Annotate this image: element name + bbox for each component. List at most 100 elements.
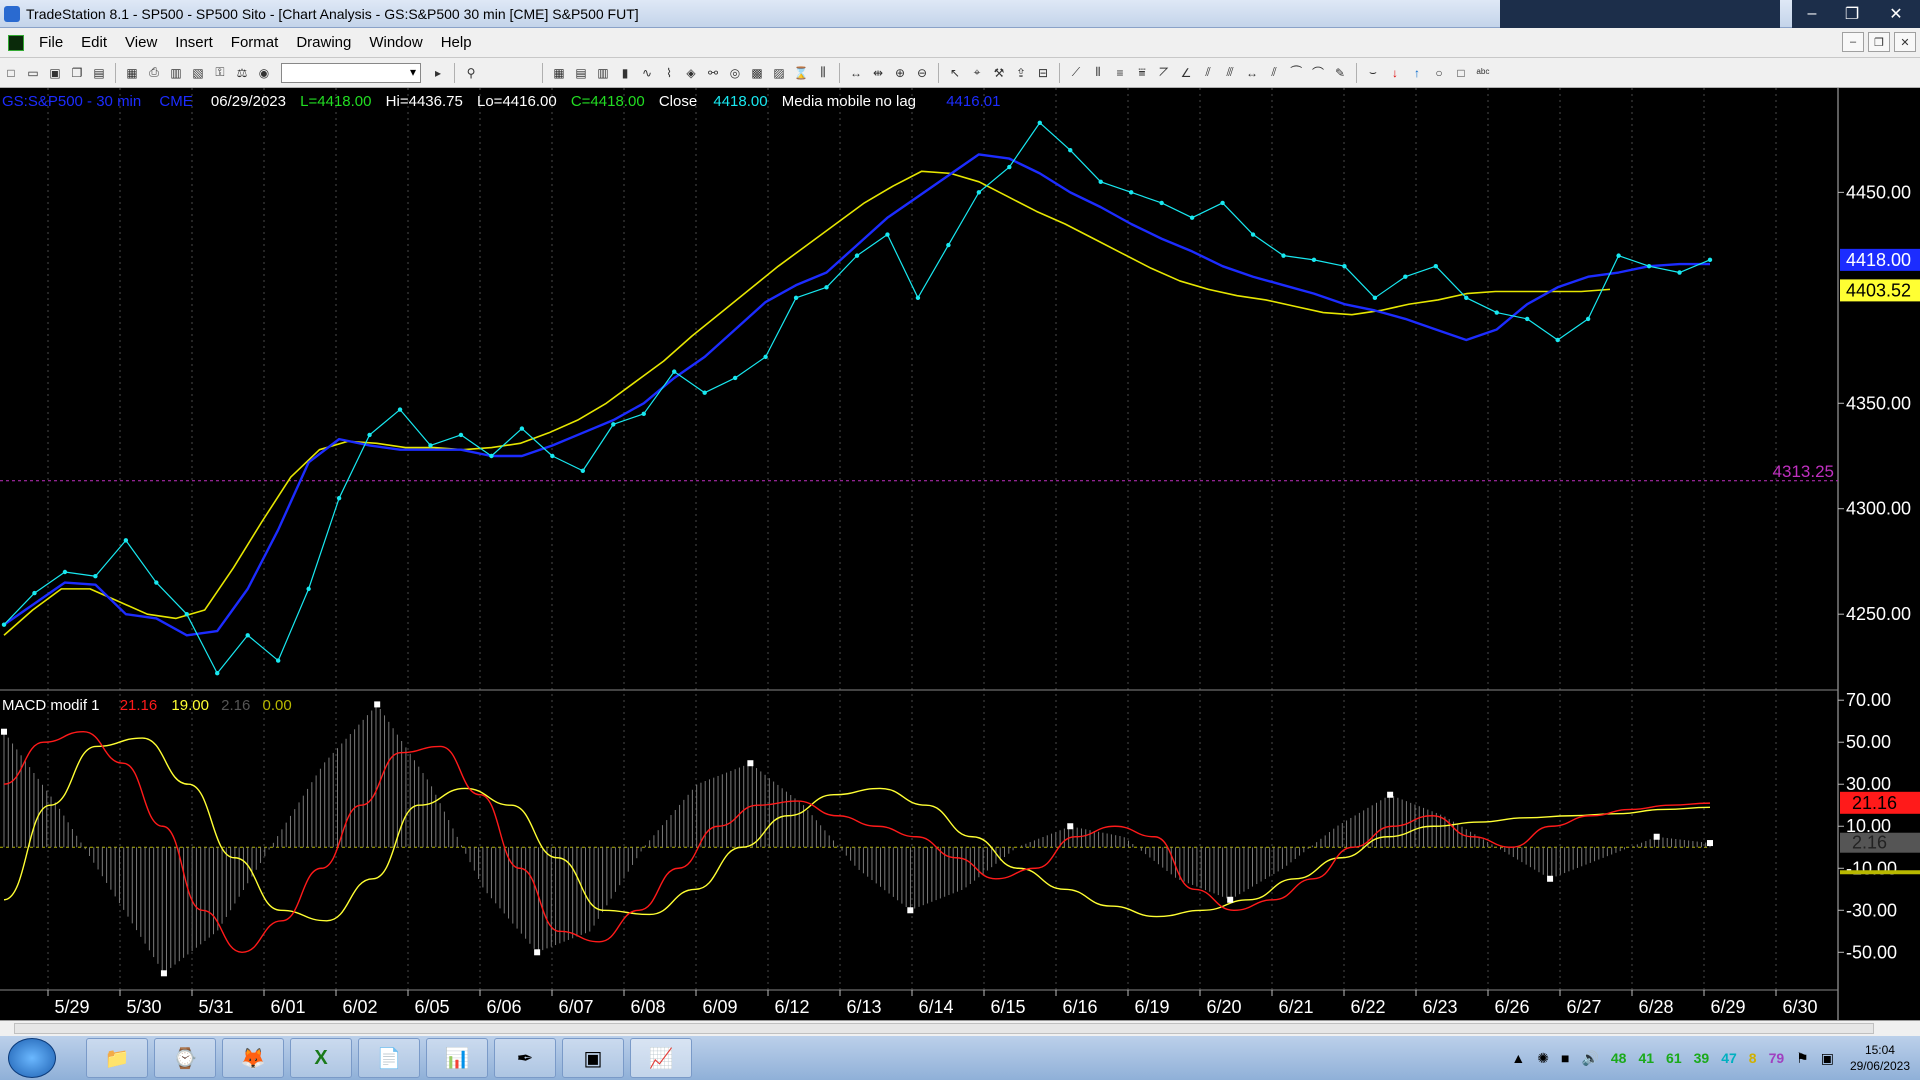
data-icon[interactable]: ⊟ bbox=[1035, 65, 1051, 81]
minimize-button[interactable]: – bbox=[1792, 0, 1832, 28]
arc-icon[interactable]: ⌒ bbox=[1310, 65, 1326, 81]
radar-icon[interactable]: ◎ bbox=[727, 65, 743, 81]
circle-icon[interactable]: ○ bbox=[1431, 65, 1447, 81]
print-icon[interactable]: ⎙ bbox=[146, 65, 162, 81]
menu-edit[interactable]: Edit bbox=[72, 34, 116, 51]
zoom-out-icon[interactable]: ⊖ bbox=[914, 65, 930, 81]
chart-analysis-window[interactable]: 4313.25 4450.00 4350.00 4300.00 4250.00 4418… bbox=[0, 88, 1920, 1024]
system-clock[interactable]: 15:04 29/06/2023 bbox=[1850, 1042, 1910, 1074]
print-preview-icon[interactable]: ▦ bbox=[124, 65, 140, 81]
compress-icon[interactable]: ⇹ bbox=[870, 65, 886, 81]
excel-task[interactable]: X bbox=[290, 1038, 352, 1078]
zoom-in-icon[interactable]: ⊕ bbox=[892, 65, 908, 81]
menu-drawing[interactable]: Drawing bbox=[287, 34, 360, 51]
clock-app-task[interactable]: ⌚ bbox=[154, 1038, 216, 1078]
menu-help[interactable]: Help bbox=[432, 34, 481, 51]
select-icon[interactable]: ⌖ bbox=[969, 65, 985, 81]
mdi-minimize-button[interactable]: – bbox=[1842, 32, 1864, 52]
menu-window[interactable]: Window bbox=[360, 34, 431, 51]
up-arrow-icon[interactable]: ↑ bbox=[1409, 65, 1425, 81]
expand-icon[interactable]: ↔ bbox=[848, 65, 864, 81]
tools-icon[interactable]: ⚒ bbox=[991, 65, 1007, 81]
matrix-icon[interactable]: ▩ bbox=[749, 65, 765, 81]
tradestation-task[interactable]: ✒ bbox=[494, 1038, 556, 1078]
pencil-icon[interactable]: ✎ bbox=[1332, 65, 1348, 81]
window-icon[interactable]: ▥ bbox=[168, 65, 184, 81]
angle-icon[interactable]: ∠ bbox=[1178, 65, 1194, 81]
arrow-lr-icon[interactable]: ↔ bbox=[1244, 65, 1260, 81]
close-button[interactable]: ✕ bbox=[1872, 0, 1920, 28]
down-arrow-icon[interactable]: ↓ bbox=[1387, 65, 1403, 81]
network-icon[interactable]: ▣ bbox=[1821, 1050, 1834, 1067]
explorer-task[interactable]: 📁 bbox=[86, 1038, 148, 1078]
close-dot bbox=[1707, 257, 1713, 263]
app-task[interactable]: 📊 bbox=[426, 1038, 488, 1078]
chart-icon[interactable]: ▧ bbox=[190, 65, 206, 81]
lock-icon[interactable]: ⚿ bbox=[212, 65, 228, 81]
volume-icon[interactable]: 🔊 bbox=[1581, 1050, 1598, 1067]
macd-axis[interactable]: 70.0050.0030.0010.00-10.00-30.00-50.0021… bbox=[1838, 690, 1920, 962]
scale-icon[interactable]: ⚖ bbox=[234, 65, 250, 81]
export-icon[interactable]: ⇪ bbox=[1013, 65, 1029, 81]
new-icon[interactable]: □ bbox=[3, 65, 19, 81]
mdi-restore-button[interactable]: ❐ bbox=[1868, 32, 1890, 52]
maximize-button[interactable]: ❐ bbox=[1832, 0, 1872, 28]
arrow-right-icon[interactable]: ▸ bbox=[430, 65, 446, 81]
tray-arrow-icon[interactable]: ▲ bbox=[1511, 1050, 1525, 1066]
menu-insert[interactable]: Insert bbox=[166, 34, 222, 51]
menu-view[interactable]: View bbox=[116, 34, 166, 51]
level2-icon[interactable]: ▨ bbox=[771, 65, 787, 81]
vertical-lines-icon[interactable]: ⦀ bbox=[1090, 65, 1106, 81]
symbol-combo[interactable] bbox=[281, 62, 421, 83]
notepad-task[interactable]: 📄 bbox=[358, 1038, 420, 1078]
price-pane[interactable]: 4313.25 bbox=[0, 120, 1838, 676]
indicator-icon[interactable]: ⌇ bbox=[661, 65, 677, 81]
menu-format[interactable]: Format bbox=[222, 34, 288, 51]
time-icon[interactable]: ⌛ bbox=[793, 65, 809, 81]
gann-icon[interactable]: ⦢ bbox=[1156, 65, 1172, 81]
horizontal-lines-icon[interactable]: ≡ bbox=[1112, 65, 1128, 81]
mdi-close-button[interactable]: ✕ bbox=[1894, 32, 1916, 52]
speed-icon[interactable]: ⏜ bbox=[1288, 65, 1304, 81]
start-button[interactable] bbox=[8, 1038, 56, 1078]
andrews-icon[interactable]: ⫽ bbox=[1200, 65, 1216, 81]
window-task[interactable]: ▣ bbox=[562, 1038, 624, 1078]
parallel-icon[interactable]: ⫽ bbox=[1266, 65, 1282, 81]
flag-icon[interactable]: ⚑ bbox=[1796, 1050, 1809, 1067]
magnify-icon[interactable]: ⚲ bbox=[463, 65, 479, 81]
bar-chart-icon[interactable]: ▦ bbox=[551, 65, 567, 81]
strategy-icon[interactable]: ◈ bbox=[683, 65, 699, 81]
open-icon[interactable]: ▭ bbox=[25, 65, 41, 81]
table-icon[interactable]: ▤ bbox=[573, 65, 589, 81]
candle-icon[interactable]: ▮ bbox=[617, 65, 633, 81]
rectangle-icon[interactable]: □ bbox=[1453, 65, 1469, 81]
chart-canvas[interactable]: 4313.25 4450.00 4350.00 4300.00 4250.00 4418… bbox=[0, 88, 1920, 1020]
tray-app-icon[interactable]: ✺ bbox=[1537, 1050, 1549, 1067]
channel-icon[interactable]: ⫻ bbox=[1222, 65, 1238, 81]
text-icon[interactable]: ᵃᵇᶜ bbox=[1475, 65, 1491, 81]
chart-task[interactable]: 📈 bbox=[630, 1038, 692, 1078]
price-axis[interactable]: 4450.00 4350.00 4300.00 4250.00 4418.00 4403.… bbox=[1838, 182, 1920, 624]
curve-icon[interactable]: ⌣ bbox=[1365, 65, 1381, 81]
fib-icon[interactable]: ⩸ bbox=[1134, 65, 1150, 81]
analysis-icon[interactable]: ⚯ bbox=[705, 65, 721, 81]
menu-file[interactable]: File bbox=[30, 34, 72, 51]
macd-pane[interactable] bbox=[0, 701, 1713, 977]
save-icon[interactable]: ▣ bbox=[47, 65, 63, 81]
color-icon[interactable]: ◉ bbox=[256, 65, 272, 81]
firefox-task[interactable]: 🦊 bbox=[222, 1038, 284, 1078]
close-dot bbox=[154, 580, 159, 585]
bars-icon[interactable]: ⫼ bbox=[815, 65, 831, 81]
trendline-icon[interactable]: ⟋ bbox=[1068, 65, 1084, 81]
date-tick-label: 6/26 bbox=[1494, 997, 1529, 1017]
paste-icon[interactable]: ▤ bbox=[91, 65, 107, 81]
time-axis[interactable]: 5/29 5/30 5/31 6/01 6/02 6/05 6/06 6/07 6/08 6/09… bbox=[47, 990, 1818, 1017]
grid-icon[interactable]: ▥ bbox=[595, 65, 611, 81]
copy-icon[interactable]: ❐ bbox=[69, 65, 85, 81]
line-icon[interactable]: ∿ bbox=[639, 65, 655, 81]
pointer-icon[interactable]: ↖ bbox=[947, 65, 963, 81]
tray-monitor-icon[interactable]: ■ bbox=[1561, 1050, 1569, 1066]
horizontal-scrollbar[interactable] bbox=[0, 1020, 1920, 1036]
close-dot bbox=[1281, 253, 1286, 258]
scrollbar-thumb[interactable] bbox=[14, 1023, 1874, 1034]
